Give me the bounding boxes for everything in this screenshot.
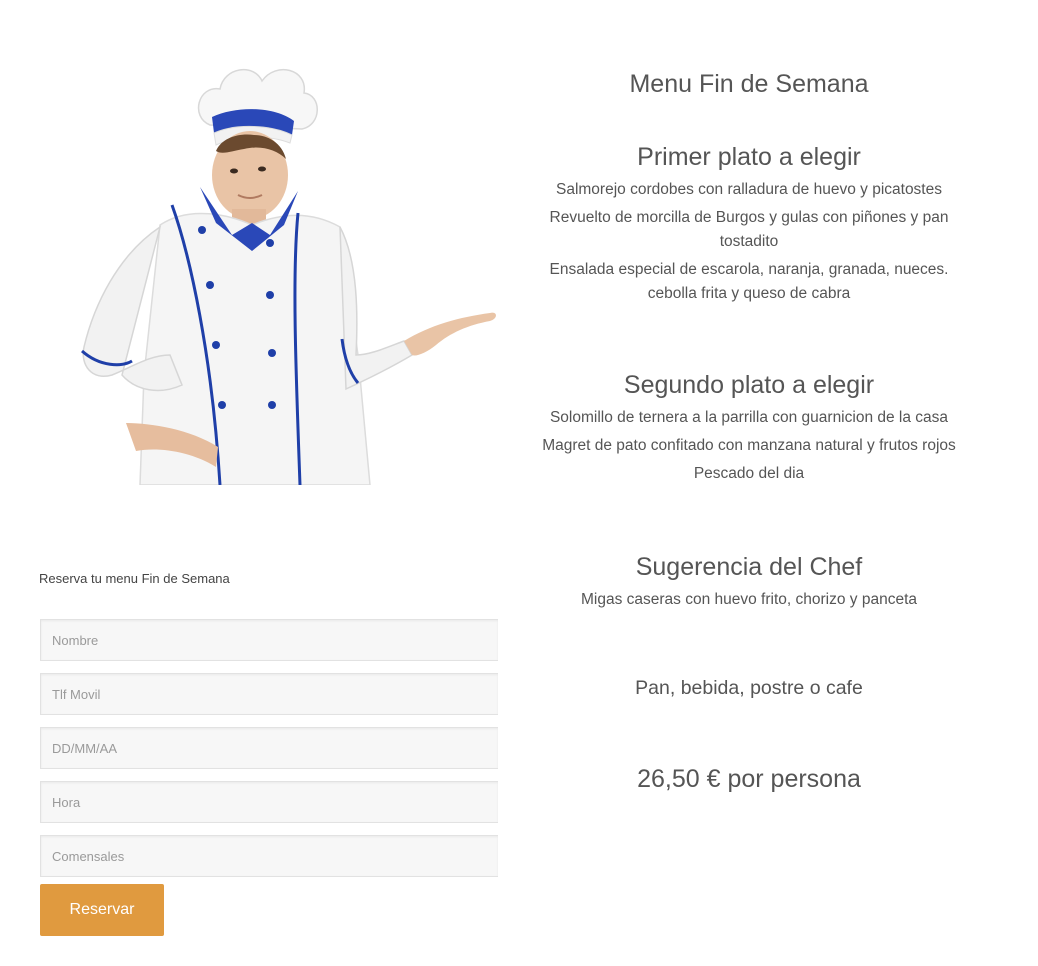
guests-field[interactable]: [40, 835, 498, 877]
time-field[interactable]: [40, 781, 498, 823]
phone-field[interactable]: [40, 673, 498, 715]
chef-image: [40, 55, 500, 485]
course-second: Segundo plato a elegir Solomillo de tern…: [520, 370, 978, 490]
menu-item: Pescado del dia: [693, 465, 805, 482]
menu-item: Ensalada especial de escarola, naranja, …: [549, 261, 949, 302]
menu-title: Menu Fin de Semana: [629, 70, 869, 98]
menu-item: Migas caseras con huevo frito, chorizo y…: [580, 591, 917, 608]
menu-item: Revuelto de morcilla de Burgos y gulas c…: [549, 209, 949, 250]
menu-price: 26,50 € por persona: [637, 765, 861, 793]
name-field[interactable]: [40, 619, 498, 661]
course-title: Segundo plato a elegir: [623, 371, 875, 399]
menu-item: Magret de pato confitado con manzana nat…: [542, 437, 956, 454]
course-first: Primer plato a elegir Salmorejo cordobes…: [520, 142, 978, 310]
menu-item: Solomillo de ternera a la parrilla con g…: [549, 409, 949, 426]
chef-illustration: [81, 68, 496, 485]
course-items: Migas caseras con huevo frito, chorizo y…: [520, 588, 978, 612]
reservar-button[interactable]: Reservar: [40, 884, 164, 936]
course-items: Salmorejo cordobes con ralladura de huev…: [520, 178, 978, 306]
form-title: Reserva tu menu Fin de Semana: [39, 571, 230, 586]
course-items: Solomillo de ternera a la parrilla con g…: [520, 406, 978, 486]
course-title: Sugerencia del Chef: [635, 553, 863, 581]
date-field[interactable]: [40, 727, 498, 769]
menu-extras: Pan, bebida, postre o cafe: [635, 677, 863, 699]
menu-item: Salmorejo cordobes con ralladura de huev…: [555, 181, 942, 198]
course-title: Primer plato a elegir: [637, 143, 861, 171]
course-chef-suggestion: Sugerencia del Chef Migas caseras con hu…: [520, 552, 978, 616]
